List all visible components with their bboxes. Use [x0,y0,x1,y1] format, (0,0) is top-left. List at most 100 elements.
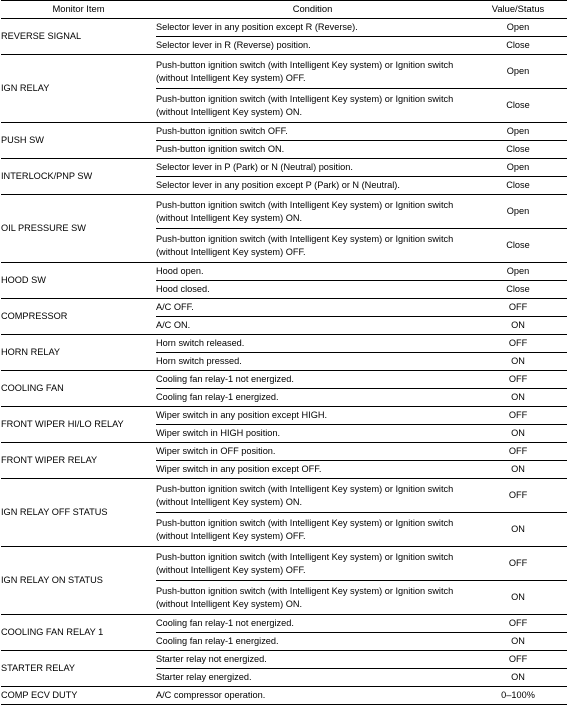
table-row: FRONT WIPER RELAY Wiper switch in OFF pos… [1,442,567,479]
value-status-text: OFF [469,370,567,389]
value-status-text: ON [469,460,567,479]
value-status-text: Open [469,194,567,229]
value-status-text: Close [469,228,567,263]
value-status-text: Open [469,262,567,281]
table-row: HORN RELAY Horn switch released. OFF [1,334,567,371]
monitor-item-label: PUSH SW [1,122,156,159]
condition-text: Push-button ignition switch (with Intell… [156,228,469,263]
value-status-text: OFF [469,478,567,513]
condition-text: Push-button ignition switch (with Intell… [156,546,469,581]
condition-text: Push-button ignition switch (with Intell… [156,512,469,547]
column-header-value-status: Value/Status [469,0,567,19]
condition-text: Wiper switch in any position except OFF. [156,460,469,479]
monitor-item-label: COOLING FAN [1,370,156,407]
header-row: Monitor Item Condition Value/Status [1,0,567,19]
condition-text: Push-button ignition switch ON. [156,140,469,159]
condition-text: Wiper switch in any position except HIGH… [156,406,469,425]
value-status-text: Open [469,122,567,141]
monitor-item-label: COMPRESSOR [1,298,156,335]
monitor-item-label: FRONT WIPER HI/LO RELAY [1,406,156,443]
value-status-text: OFF [469,298,567,317]
condition-text: Push-button ignition switch (with Intell… [156,194,469,229]
condition-text: Wiper switch in OFF position. [156,442,469,461]
value-status-text: 0–100% [469,686,567,705]
condition-text: Push-button ignition switch (with Intell… [156,54,469,89]
condition-text: Cooling fan relay-1 not energized. [156,370,469,389]
value-status-text: OFF [469,334,567,353]
value-status-text: OFF [469,650,567,669]
column-header-monitor-item: Monitor Item [1,0,156,19]
table-row: STARTER RELAY Starter relay not energized… [1,650,567,687]
monitor-item-label: STARTER RELAY [1,650,156,687]
table-row: INTERLOCK/PNP SW Selector lever in P (Par… [1,158,567,195]
value-status-text: Close [469,88,567,123]
value-status-text: ON [469,316,567,335]
monitor-item-label: INTERLOCK/PNP SW [1,158,156,195]
value-status-text: Open [469,54,567,89]
value-status-text: Open [469,158,567,177]
condition-text: Starter relay not energized. [156,650,469,669]
value-status-text: OFF [469,614,567,633]
monitor-item-table: Monitor Item Condition Value/Status REVE… [1,0,567,705]
value-status-text: ON [469,632,567,651]
condition-text: Push-button ignition switch (with Intell… [156,88,469,123]
value-status-text: ON [469,388,567,407]
table-header: Monitor Item Condition Value/Status [1,0,567,19]
value-status-text: Close [469,280,567,299]
value-status-text: ON [469,352,567,371]
condition-text: Cooling fan relay-1 not energized. [156,614,469,633]
monitor-item-label: COOLING FAN RELAY 1 [1,614,156,651]
value-status-text: OFF [469,442,567,461]
table-body: REVERSE SIGNAL Selector lever in any posi… [1,19,567,705]
value-status-text: Close [469,176,567,195]
condition-text: A/C compressor operation. [156,686,469,705]
condition-text: Selector lever in P (Park) or N (Neutral… [156,158,469,177]
condition-text: Selector lever in any position except R … [156,22,358,33]
condition-text: Hood open. [156,262,469,281]
value-status-text: ON [469,424,567,443]
condition-text: Cooling fan relay-1 energized. [156,388,469,407]
condition-text: Wiper switch in HIGH position. [156,424,469,443]
condition-text: Push-button ignition switch OFF. [156,122,469,141]
monitor-item-label: OIL PRESSURE SW [1,194,156,263]
monitor-item-label: REVERSE SIGNAL [1,31,82,42]
condition-text: Horn switch pressed. [156,352,469,371]
table-row: COMPRESSOR A/C OFF. OFF [1,298,567,335]
table-row: HOOD SW Hood open. Open [1,262,567,299]
value-status-text: Open [506,22,530,33]
table-row: COOLING FAN Cooling fan relay-1 not energ… [1,370,567,407]
condition-text: Selector lever in R (Reverse) position. [156,36,469,55]
monitor-item-label: FRONT WIPER RELAY [1,442,156,479]
table-row: IGN RELAY OFF STATUS Push-button ignition… [1,478,567,547]
value-status-text: OFF [469,406,567,425]
condition-text: A/C OFF. [156,298,469,317]
column-header-condition: Condition [156,0,469,19]
table-row: FRONT WIPER HI/LO RELAY Wiper switch in a… [1,406,567,443]
monitor-item-label: IGN RELAY ON STATUS [1,546,156,615]
condition-text: Hood closed. [156,280,469,299]
condition-text: Selector lever in any position except P … [156,176,469,195]
value-status-text: ON [469,512,567,547]
value-status-text: ON [469,580,567,615]
table-row: REVERSE SIGNAL Selector lever in any posi… [1,19,567,41]
monitor-item-label: HOOD SW [1,262,156,299]
monitor-item-label: IGN RELAY OFF STATUS [1,478,156,547]
value-status-text: Close [469,36,567,55]
table-row: IGN RELAY ON STATUS Push-button ignition … [1,546,567,615]
table-row: COMP ECV DUTY A/C compressor operation. 0–… [1,686,567,705]
monitor-item-label: HORN RELAY [1,334,156,371]
monitor-item-sheet: Monitor Item Condition Value/Status REVE… [0,0,568,705]
condition-text: Push-button ignition switch (with Intell… [156,478,469,513]
monitor-item-label: IGN RELAY [1,54,156,123]
condition-text: A/C ON. [156,316,469,335]
table-row: OIL PRESSURE SW Push-button ignition swit… [1,194,567,263]
table-row: COOLING FAN RELAY 1 Cooling fan relay-1 n… [1,614,567,651]
condition-text: Horn switch released. [156,334,469,353]
condition-text: Cooling fan relay-1 energized. [156,632,469,651]
condition-text: Push-button ignition switch (with Intell… [156,580,469,615]
monitor-item-label: COMP ECV DUTY [1,686,156,705]
table-row: PUSH SW Push-button ignition switch OFF. O… [1,122,567,159]
value-status-text: OFF [469,546,567,581]
table-row: IGN RELAY Push-button ignition switch (wi… [1,54,567,123]
value-status-text: Close [469,140,567,159]
